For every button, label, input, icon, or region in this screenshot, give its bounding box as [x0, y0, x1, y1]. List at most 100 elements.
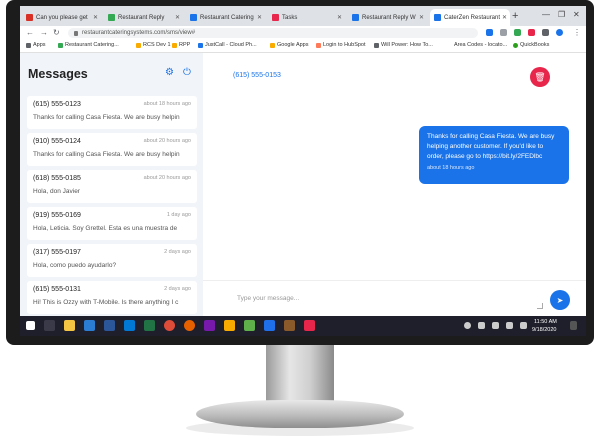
tab-title: Can you please get	[36, 14, 88, 21]
app-icon[interactable]	[284, 320, 295, 331]
conversation-time: 1 day ago	[166, 212, 191, 218]
conversation-item[interactable]: (910) 555-0124 about 20 hours ago Thanks…	[27, 133, 197, 166]
bookmark-item[interactable]: RCS Dev 1	[136, 42, 171, 48]
conversation-preview: Hola, don Javier	[33, 188, 80, 195]
bookmark-item[interactable]: QuickBooks	[513, 42, 549, 48]
app-icon[interactable]	[304, 320, 315, 331]
message-time: about 18 hours ago	[427, 165, 475, 171]
power-icon[interactable]: ⏻	[183, 67, 191, 78]
task-view-icon[interactable]	[44, 320, 55, 331]
conversation-time: about 18 hours ago	[143, 101, 191, 107]
excel-icon[interactable]	[144, 320, 155, 331]
bookmark-apps[interactable]: Apps	[26, 42, 46, 48]
tab-restaurant-catering[interactable]: Restaurant Catering ✕	[186, 9, 266, 26]
window-close-icon[interactable]: ✕	[573, 10, 580, 19]
caterzen-icon	[434, 14, 441, 21]
address-bar[interactable]: restaurantcateringsystems.com/sms/view#	[68, 28, 478, 38]
forward-icon[interactable]: →	[40, 28, 48, 37]
extension-icon[interactable]	[500, 29, 507, 36]
bookmark-icon	[58, 42, 63, 48]
gear-icon[interactable]: ⚙	[165, 67, 174, 78]
tab-gmail[interactable]: Can you please get ✕	[22, 9, 102, 26]
hubspot-icon	[316, 42, 321, 48]
bookmark-label: Apps	[33, 42, 46, 48]
close-icon[interactable]: ✕	[91, 14, 98, 21]
firefox-icon[interactable]	[184, 320, 195, 331]
url-text: restaurantcateringsystems.com/sms/view#	[82, 30, 196, 36]
extension-icon[interactable]	[528, 29, 535, 36]
file-explorer-icon[interactable]	[64, 320, 75, 331]
lock-icon	[74, 30, 78, 36]
profile-avatar[interactable]	[556, 29, 563, 36]
bookmark-icon	[198, 42, 203, 48]
conversation-item[interactable]: (618) 555-0185 about 20 hours ago Hola, …	[27, 170, 197, 203]
outlook-icon[interactable]	[124, 320, 135, 331]
new-tab-button[interactable]: +	[512, 10, 518, 22]
clock-time[interactable]: 11:50 AM	[534, 319, 557, 325]
reload-icon[interactable]: ↻	[53, 28, 60, 37]
app-icon[interactable]	[244, 320, 255, 331]
conversation-item[interactable]: (919) 555-0169 1 day ago Hola, Leticia. …	[27, 207, 197, 240]
tab-tasks[interactable]: Tasks ✕	[268, 9, 346, 26]
bookmark-item[interactable]: JustCall - Cloud Ph...	[198, 42, 257, 48]
onenote-icon[interactable]	[204, 320, 215, 331]
bookmark-item[interactable]: Google Apps	[270, 42, 309, 48]
close-icon[interactable]: ✕	[417, 14, 424, 21]
bookmark-item[interactable]: Area Codes - locato...	[454, 42, 507, 48]
menu-dots-icon[interactable]: ⋮	[573, 28, 581, 37]
bookmark-item[interactable]: Will Power: How To...	[374, 42, 433, 48]
cloud-icon[interactable]	[478, 322, 485, 329]
app-icon[interactable]	[264, 320, 275, 331]
resize-handle-icon[interactable]	[537, 303, 543, 309]
conversation-panel: (615) 555-0153 🗑 Thanks for calling Casa…	[203, 53, 586, 316]
word-icon[interactable]	[104, 320, 115, 331]
close-icon[interactable]: ✕	[255, 14, 262, 21]
bookmark-item[interactable]: Restaurant Catering...	[58, 42, 119, 48]
messages-sidebar: Messages ⚙ ⏻ (615) 555-0123 about 18 hou…	[20, 53, 204, 316]
back-icon[interactable]: ←	[26, 28, 34, 37]
close-icon[interactable]: ✕	[173, 14, 180, 21]
tasks-icon	[272, 14, 279, 21]
restaurant-reply-icon	[108, 14, 115, 21]
windows-start-icon[interactable]	[26, 321, 35, 330]
bookmark-item[interactable]: RPP	[172, 42, 190, 48]
minimize-icon[interactable]: —	[542, 10, 550, 19]
notifications-icon[interactable]	[570, 321, 577, 330]
maximize-icon[interactable]: ❐	[558, 10, 565, 19]
bookmark-label: Area Codes - locato...	[454, 42, 508, 48]
bookmark-item[interactable]: Login to HubSpot	[316, 42, 366, 48]
battery-icon[interactable]	[520, 322, 527, 329]
chrome-icon[interactable]	[164, 320, 175, 331]
tab-restaurant-reply[interactable]: Restaurant Reply ✕	[104, 9, 184, 26]
send-button[interactable]: ➤	[550, 290, 570, 310]
message-input[interactable]: Type your message...	[237, 295, 299, 302]
network-icon[interactable]	[492, 322, 499, 329]
extension-icon[interactable]	[486, 29, 493, 36]
tab-title: Restaurant Reply W	[362, 14, 416, 21]
calendar-icon	[190, 14, 197, 21]
store-icon[interactable]	[84, 320, 95, 331]
sidebar-title: Messages	[28, 67, 88, 81]
tab-restaurant-reply-w[interactable]: Restaurant Reply W ✕	[348, 9, 428, 26]
tab-caterzen[interactable]: CaterZen Restaurant ✕	[430, 9, 510, 26]
bookmark-label: Will Power: How To...	[381, 42, 433, 48]
address-row: ← → ↻ restaurantcateringsystems.com/sms/…	[20, 26, 586, 40]
people-icon[interactable]	[464, 322, 471, 329]
conversation-item[interactable]: (615) 555-0131 2 days ago Hi! This is Oz…	[27, 281, 197, 314]
extension-icon[interactable]	[514, 29, 521, 36]
app-icon[interactable]	[224, 320, 235, 331]
delete-button[interactable]: 🗑	[530, 67, 550, 87]
tab-title: Tasks	[282, 14, 298, 21]
monitor-stand-neck	[266, 345, 334, 403]
clock-date[interactable]: 9/18/2020	[532, 327, 556, 333]
quickbooks-icon	[513, 42, 518, 48]
bookmark-icon	[136, 42, 141, 48]
tab-title: Restaurant Reply	[118, 14, 165, 21]
close-icon[interactable]: ✕	[335, 14, 342, 21]
conversation-item[interactable]: (615) 555-0123 about 18 hours ago Thanks…	[27, 96, 197, 129]
volume-icon[interactable]	[506, 322, 513, 329]
close-icon[interactable]: ✕	[500, 14, 507, 21]
conversation-item[interactable]: (317) 555-0197 2 days ago Hola, como pue…	[27, 244, 197, 277]
extensions-puzzle-icon[interactable]	[542, 29, 549, 36]
sms-app: Messages ⚙ ⏻ (615) 555-0123 about 18 hou…	[20, 53, 586, 316]
